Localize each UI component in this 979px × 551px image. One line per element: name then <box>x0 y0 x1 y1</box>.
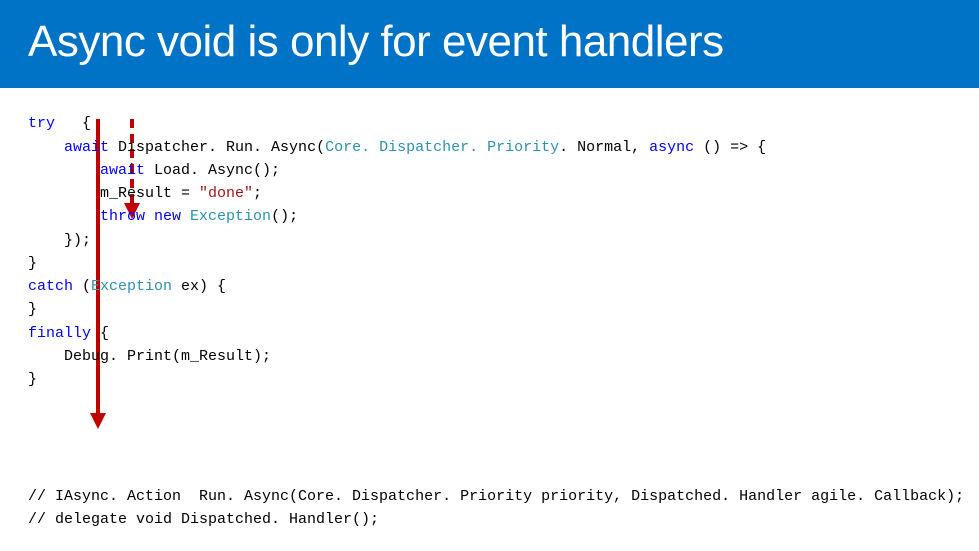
slide-body: try { await Dispatcher. Run. Async(Core.… <box>0 88 979 391</box>
text: Dispatcher. Run. Async( <box>109 139 325 156</box>
comment-line: // delegate void Dispatched. Handler(); <box>28 511 379 528</box>
text: Load. Async(); <box>145 162 280 179</box>
text: } <box>28 255 37 272</box>
title-text: Async void is only for event handlers <box>28 17 724 66</box>
text: ex) { <box>172 278 226 295</box>
code-block-footer: // IAsync. Action Run. Async(Core. Dispa… <box>28 485 964 532</box>
text: ( <box>73 278 91 295</box>
text <box>28 162 100 179</box>
keyword-new: new <box>145 208 181 225</box>
text: . Normal, <box>559 139 649 156</box>
keyword-try: try <box>28 115 55 132</box>
text: { <box>91 325 109 342</box>
type-name: Exception <box>181 208 271 225</box>
keyword-async: async <box>649 139 694 156</box>
comment-line: // IAsync. Action Run. Async(Core. Dispa… <box>28 488 964 505</box>
keyword-finally: finally <box>28 325 91 342</box>
keyword-catch: catch <box>28 278 73 295</box>
keyword-await: await <box>100 162 145 179</box>
slide-title: Async void is only for event handlers <box>0 0 979 88</box>
text: { <box>55 115 91 132</box>
text <box>28 208 100 225</box>
text: Debug. Print(m_Result); <box>28 348 271 365</box>
text: () => { <box>694 139 766 156</box>
string-literal: "done" <box>199 185 253 202</box>
code-block-main: try { await Dispatcher. Run. Async(Core.… <box>28 112 951 391</box>
type-name: Core. Dispatcher. Priority <box>325 139 559 156</box>
keyword-throw: throw <box>100 208 145 225</box>
text: }); <box>28 232 91 249</box>
text: (); <box>271 208 298 225</box>
text: ; <box>253 185 262 202</box>
text: } <box>28 301 37 318</box>
text: } <box>28 371 37 388</box>
keyword-await: await <box>64 139 109 156</box>
text: m_Result = <box>28 185 199 202</box>
type-name: Exception <box>91 278 172 295</box>
